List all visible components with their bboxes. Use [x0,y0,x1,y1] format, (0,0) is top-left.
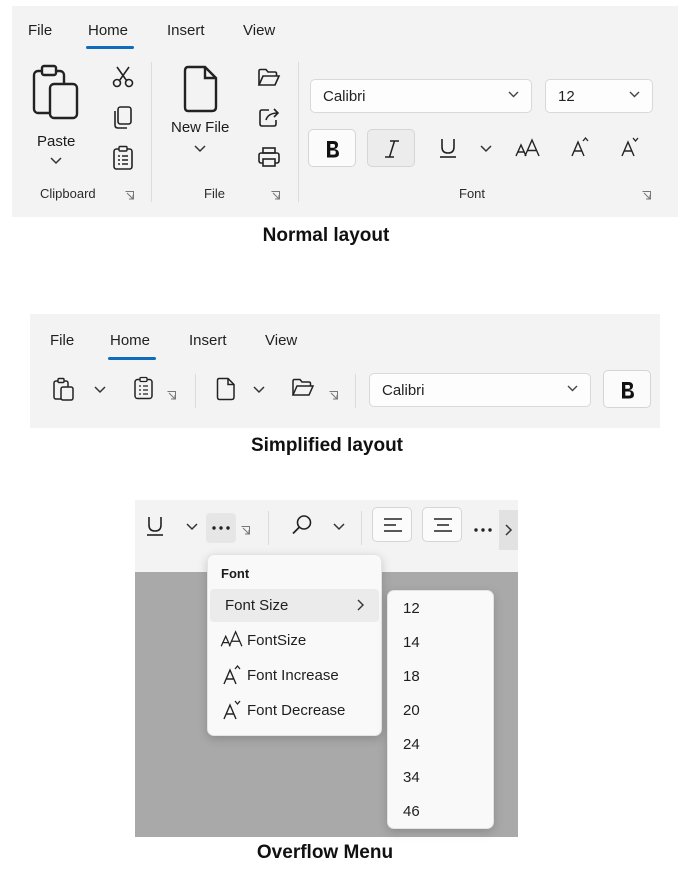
dialog-launcher-icon[interactable] [167,391,176,400]
chevron-right-icon [357,599,364,611]
italic-icon [385,140,399,158]
dialog-launcher-icon[interactable] [329,391,338,400]
font-size-option[interactable]: 18 [403,668,420,685]
underline-icon[interactable] [439,137,457,159]
group-divider [355,374,356,408]
chevron-down-icon [567,385,578,392]
clipboard-group-label: Clipboard [40,186,96,201]
tab-view[interactable]: View [243,22,275,39]
scroll-right-button[interactable] [499,510,518,550]
group-divider [268,511,269,545]
font-name-value: Calibri [323,88,366,105]
more-options-button[interactable] [206,513,236,543]
chevron-down-icon[interactable] [333,523,345,531]
tab-home-underline [108,357,156,360]
search-icon[interactable] [291,514,313,536]
font-size-icon [220,630,243,647]
paste-button-label[interactable]: Paste [37,133,75,150]
font-size-icon[interactable] [515,138,541,158]
bold-icon [622,382,634,399]
align-left-button[interactable] [372,507,412,542]
align-center-icon [434,518,452,532]
chevron-down-icon[interactable] [194,145,206,153]
bold-button[interactable] [308,129,356,167]
dialog-launcher-icon[interactable] [241,526,250,535]
dialog-launcher-icon[interactable] [271,191,280,200]
chevron-down-icon [629,91,640,98]
chevron-down-icon [508,91,519,98]
copy-icon[interactable] [111,104,135,130]
italic-button[interactable] [367,129,415,167]
font-increase-icon [223,664,241,685]
paste-icon[interactable] [31,64,81,122]
menu-item-fontsize[interactable]: FontSize [247,632,306,649]
font-increase-icon[interactable] [570,136,590,158]
tab-file[interactable]: File [50,332,74,349]
file-group-label: File [204,186,225,201]
group-divider [361,511,362,545]
underline-icon[interactable] [146,515,164,537]
font-size-option[interactable]: 24 [403,736,420,753]
font-size-option[interactable]: 34 [403,769,420,786]
overflow-menu-header: Font [221,566,250,581]
font-decrease-icon[interactable] [620,136,640,158]
chevron-right-icon [505,524,513,536]
menu-item-font-increase[interactable]: Font Increase [247,667,339,684]
format-painter-icon[interactable] [133,376,155,400]
align-left-icon [384,518,402,532]
dialog-launcher-icon[interactable] [642,191,651,200]
open-folder-icon[interactable] [291,378,315,398]
chevron-down-icon[interactable] [94,386,106,394]
tab-file[interactable]: File [28,22,52,39]
more-horizontal-icon [212,526,230,530]
chevron-down-icon[interactable] [253,386,265,394]
group-divider [298,62,299,202]
menu-item-font-decrease[interactable]: Font Decrease [247,702,345,719]
new-file-icon[interactable] [183,65,219,113]
chevron-down-icon[interactable] [50,157,62,165]
font-size-option[interactable]: 20 [403,702,420,719]
align-center-button[interactable] [422,507,462,542]
font-size-combobox[interactable]: 12 [545,79,653,113]
tab-home[interactable]: Home [110,332,150,349]
cut-icon[interactable] [111,65,135,89]
chevron-down-icon[interactable] [186,523,198,531]
normal-layout-caption: Normal layout [262,225,390,246]
font-size-option[interactable]: 14 [403,634,420,651]
font-name-value: Calibri [382,382,425,399]
new-file-icon[interactable] [216,377,236,401]
more-horizontal-icon[interactable] [474,528,492,532]
share-icon[interactable] [258,106,282,128]
bold-icon [327,141,339,158]
font-size-option[interactable]: 12 [403,600,420,617]
font-name-combobox[interactable]: Calibri [310,79,532,113]
format-painter-icon[interactable] [111,145,135,171]
tab-insert[interactable]: Insert [167,22,205,39]
font-group-label: Font [459,186,486,201]
tab-view[interactable]: View [265,332,297,349]
font-name-combobox[interactable]: Calibri [369,373,591,407]
chevron-down-icon[interactable] [480,145,492,153]
simplified-layout-caption: Simplified layout [250,435,404,456]
print-icon[interactable] [257,146,281,168]
tab-insert[interactable]: Insert [189,332,227,349]
font-size-option[interactable]: 46 [403,803,420,820]
tab-home-underline [86,46,134,49]
new-file-button-label[interactable]: New File [171,119,229,136]
tab-home[interactable]: Home [88,22,128,39]
paste-icon[interactable] [52,377,76,401]
group-divider [195,374,196,408]
font-decrease-icon [223,700,241,720]
overflow-menu-caption: Overflow Menu [256,842,394,863]
font-size-value: 12 [558,88,575,105]
bold-button[interactable] [603,370,651,408]
menu-item-font-size[interactable]: Font Size [225,597,288,614]
open-folder-icon[interactable] [257,68,281,88]
dialog-launcher-icon[interactable] [125,191,134,200]
group-divider [151,62,152,202]
